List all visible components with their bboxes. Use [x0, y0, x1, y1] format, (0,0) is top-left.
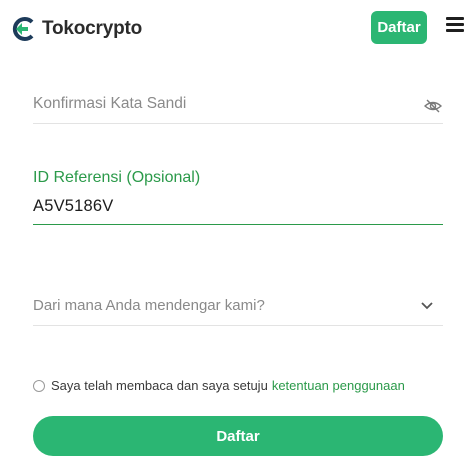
tokocrypto-logo-icon	[12, 17, 34, 41]
source-dropdown-placeholder: Dari mana Anda mendengar kami?	[33, 297, 265, 314]
referral-label: ID Referensi (Opsional)	[33, 169, 201, 186]
submit-signup-button[interactable]: Daftar	[33, 416, 443, 456]
tokocrypto-logo[interactable]: Tokocrypto	[12, 14, 142, 44]
eye-off-icon[interactable]	[424, 98, 442, 114]
confirm-password-underline	[33, 123, 443, 124]
signup-header-button[interactable]: Daftar	[371, 11, 427, 44]
confirm-password-placeholder: Konfirmasi Kata Sandi	[33, 95, 187, 112]
terms-agreement: Saya telah membaca dan saya setuju keten…	[33, 378, 405, 393]
chevron-down-icon[interactable]	[420, 301, 434, 311]
terms-radio[interactable]	[33, 379, 45, 392]
referral-underline	[33, 224, 443, 225]
terms-text: Saya telah membaca dan saya setuju	[51, 378, 268, 393]
terms-link[interactable]: ketentuan penggunaan	[272, 378, 405, 393]
logo-text: Tokocrypto	[42, 18, 143, 39]
referral-input[interactable]: A5V5186V	[33, 197, 114, 216]
source-dropdown-underline	[33, 325, 443, 326]
hamburger-menu-icon[interactable]	[446, 17, 464, 33]
top-header: Tokocrypto Daftar	[0, 0, 474, 56]
